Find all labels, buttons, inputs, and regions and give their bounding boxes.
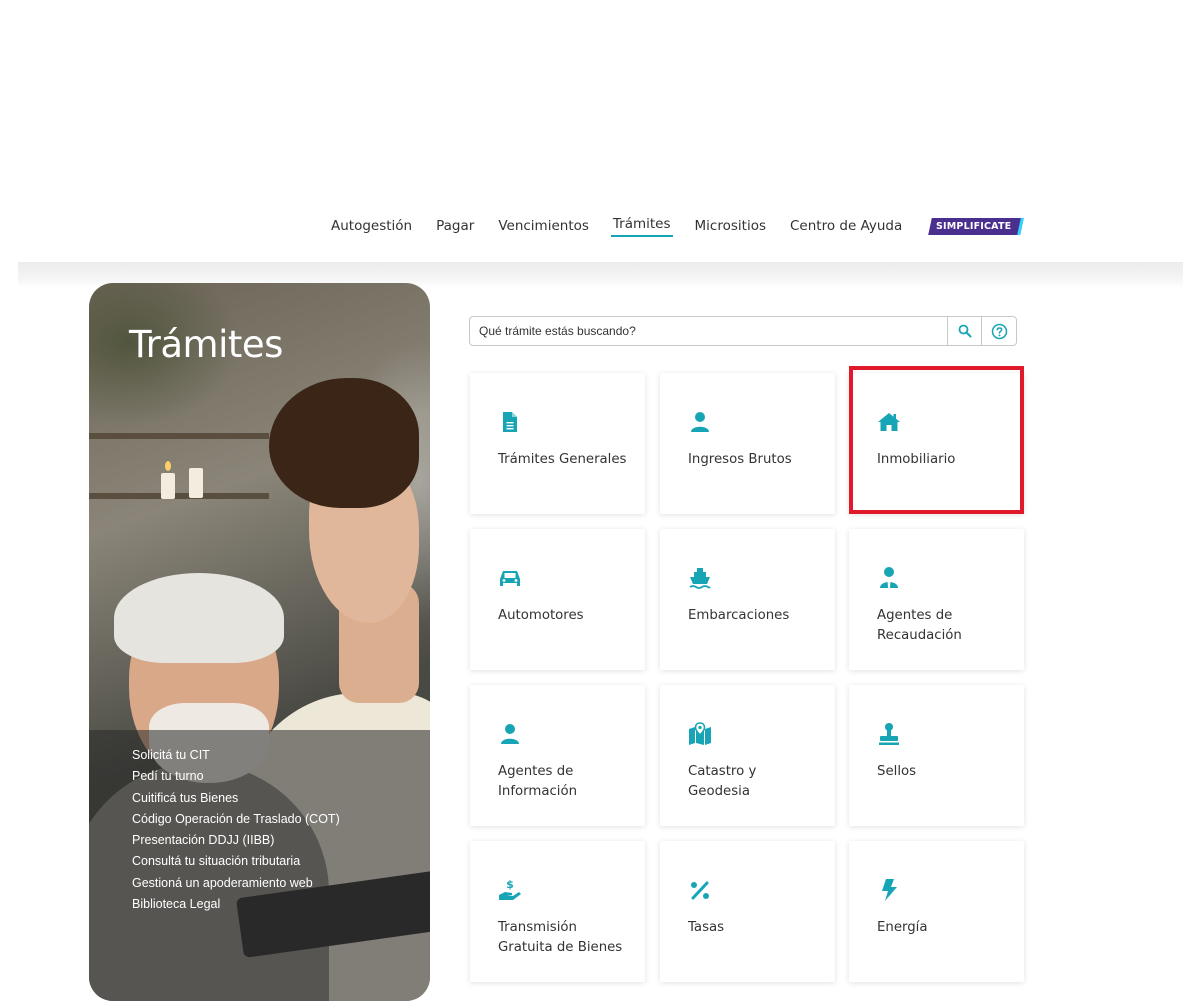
- person-icon: [501, 724, 519, 744]
- card-label: Ingresos Brutos: [688, 452, 792, 467]
- quick-link-cot[interactable]: Código Operación de Traslado (COT): [132, 809, 340, 830]
- ship-icon: [689, 568, 711, 589]
- card-label: Inmobiliario: [877, 452, 956, 467]
- page-title: Trámites: [129, 323, 283, 366]
- document-icon: [503, 412, 517, 432]
- house-icon: [878, 413, 900, 431]
- help-icon: [991, 323, 1007, 339]
- card-label: Agentes de Recaudación: [877, 608, 962, 643]
- simplificate-badge-link[interactable]: SIMPLIFICATE: [928, 217, 1025, 235]
- map-icon: [689, 722, 711, 745]
- bolt-icon: [882, 879, 897, 901]
- card-transmision-gratuita[interactable]: $ Transmisión Gratuita de Bienes: [470, 841, 645, 982]
- card-automotores[interactable]: Automotores: [470, 529, 645, 670]
- card-label: Automotores: [498, 608, 584, 623]
- card-label: Embarcaciones: [688, 608, 790, 623]
- search-input[interactable]: [469, 316, 947, 346]
- simplificate-badge-label: SIMPLIFICATE: [936, 220, 1012, 232]
- search-button[interactable]: [947, 316, 982, 346]
- quick-links-list: Solicitá tu CIT Pedí tu turno Cuitificá …: [132, 745, 340, 915]
- svg-text:$: $: [506, 878, 514, 891]
- nav-item-pagar[interactable]: Pagar: [434, 214, 476, 239]
- nav-item-centro-de-ayuda[interactable]: Centro de Ayuda: [788, 214, 904, 239]
- quick-link-solicita-cit[interactable]: Solicitá tu CIT: [132, 745, 340, 766]
- card-label: Sellos: [877, 764, 917, 779]
- quick-link-cuitifica-bienes[interactable]: Cuitificá tus Bienes: [132, 788, 340, 809]
- quick-link-pedi-turno[interactable]: Pedí tu turno: [132, 766, 340, 787]
- card-sellos[interactable]: Sellos: [849, 685, 1024, 826]
- percent-icon: [691, 881, 709, 900]
- search-bar: [469, 316, 1019, 346]
- card-energia[interactable]: Energía: [849, 841, 1024, 982]
- nav-item-tramites[interactable]: Trámites: [610, 212, 673, 237]
- quick-link-apoderamiento-web[interactable]: Gestioná un apoderamiento web: [132, 873, 340, 894]
- card-ingresos-brutos[interactable]: Ingresos Brutos: [660, 373, 835, 514]
- car-icon: [500, 571, 520, 586]
- nav-item-autogestion[interactable]: Autogestión: [329, 214, 414, 239]
- search-icon: [958, 324, 971, 338]
- person-icon: [691, 412, 709, 432]
- card-agentes-informacion[interactable]: Agentes de Información: [470, 685, 645, 826]
- card-label: Tasas: [688, 920, 725, 935]
- quick-link-ddjj-iibb[interactable]: Presentación DDJJ (IIBB): [132, 830, 340, 851]
- card-label: Transmisión Gratuita de Bienes: [498, 920, 623, 955]
- card-agentes-recaudacion[interactable]: Agentes de Recaudación: [849, 529, 1024, 670]
- hand-money-icon: $: [499, 878, 521, 900]
- nav-item-vencimientos[interactable]: Vencimientos: [496, 214, 591, 239]
- hero-panel: Trámites Solicitá tu CIT Pedí tu turno C…: [89, 283, 430, 1001]
- card-label: Energía: [877, 920, 928, 935]
- main-nav: Autogestión Pagar Vencimientos Trámites …: [0, 211, 1195, 241]
- card-inmobiliario[interactable]: Inmobiliario: [849, 373, 1024, 514]
- card-tasas[interactable]: Tasas: [660, 841, 835, 982]
- quick-link-situacion-tributaria[interactable]: Consultá tu situación tributaria: [132, 851, 340, 872]
- main-nav-items: Autogestión Pagar Vencimientos Trámites …: [329, 211, 1025, 241]
- card-tramites-generales[interactable]: Trámites Generales: [470, 373, 645, 514]
- card-label: Catastro y Geodesia: [688, 764, 757, 799]
- agent-icon: [880, 567, 898, 588]
- card-embarcaciones[interactable]: Embarcaciones: [660, 529, 835, 670]
- quick-link-biblioteca-legal[interactable]: Biblioteca Legal: [132, 894, 340, 915]
- card-label: Trámites Generales: [498, 452, 627, 467]
- card-label: Agentes de Información: [498, 764, 578, 799]
- nav-item-micrositios[interactable]: Micrositios: [693, 214, 768, 239]
- help-button[interactable]: [982, 316, 1017, 346]
- stamp-icon: [879, 723, 899, 745]
- card-catastro-geodesia[interactable]: Catastro y Geodesia: [660, 685, 835, 826]
